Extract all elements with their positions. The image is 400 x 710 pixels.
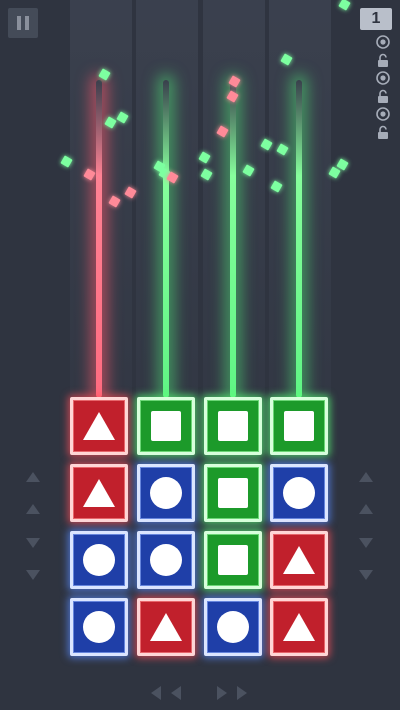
tile-r2-c3[interactable] — [204, 464, 262, 522]
square-icon — [218, 411, 248, 441]
tile-r2-c4[interactable] — [270, 464, 328, 522]
circle-icon — [150, 544, 182, 576]
square-icon — [218, 545, 248, 575]
tile-r1-c2[interactable] — [137, 397, 195, 455]
target-icon — [375, 105, 391, 123]
triangle-icon — [82, 411, 116, 441]
circle-icon — [83, 544, 115, 576]
tile-r3-c4[interactable] — [270, 531, 328, 589]
shift-right-arrow-2[interactable] — [237, 686, 247, 700]
left-down-arrow-2[interactable] — [26, 570, 40, 580]
triangle-icon — [282, 545, 316, 575]
tile-r2-c2[interactable] — [137, 464, 195, 522]
square-icon — [284, 411, 314, 441]
target-icon — [375, 33, 391, 51]
shift-left-arrow-2[interactable] — [171, 686, 181, 700]
tile-r1-c4[interactable] — [270, 397, 328, 455]
tile-r4-c4[interactable] — [270, 598, 328, 656]
triangle-icon — [82, 478, 116, 508]
pause-button[interactable] — [8, 8, 38, 38]
tile-r4-c2[interactable] — [137, 598, 195, 656]
shift-right-arrow-1[interactable] — [217, 686, 227, 700]
target-icon — [375, 69, 391, 87]
tile-r4-c1[interactable] — [70, 598, 128, 656]
square-icon — [151, 411, 181, 441]
beam-4 — [296, 80, 302, 398]
triangle-icon — [149, 612, 183, 642]
right-down-arrow-1[interactable] — [359, 538, 373, 548]
tile-r3-c1[interactable] — [70, 531, 128, 589]
right-up-arrow-1[interactable] — [359, 472, 373, 482]
pause-icon — [17, 16, 21, 30]
circle-icon — [217, 611, 249, 643]
circle-icon — [150, 477, 182, 509]
left-up-arrow-1[interactable] — [26, 472, 40, 482]
left-up-arrow-2[interactable] — [26, 504, 40, 514]
score-counter: 1 — [360, 8, 392, 30]
unlock-icon — [375, 87, 391, 105]
unlock-icon — [375, 123, 391, 141]
square-icon — [218, 478, 248, 508]
left-down-arrow-1[interactable] — [26, 538, 40, 548]
tile-r3-c3[interactable] — [204, 531, 262, 589]
tile-r2-c1[interactable] — [70, 464, 128, 522]
triangle-icon — [282, 612, 316, 642]
tile-r3-c2[interactable] — [137, 531, 195, 589]
tile-r4-c3[interactable] — [204, 598, 262, 656]
tile-r1-c3[interactable] — [204, 397, 262, 455]
shift-left-arrow-1[interactable] — [151, 686, 161, 700]
unlock-icon — [375, 51, 391, 69]
right-down-arrow-2[interactable] — [359, 570, 373, 580]
spark-particle — [338, 0, 351, 11]
circle-icon — [83, 611, 115, 643]
tile-r1-c1[interactable] — [70, 397, 128, 455]
status-icons — [375, 33, 391, 141]
beam-1 — [96, 80, 102, 398]
right-up-arrow-2[interactable] — [359, 504, 373, 514]
circle-icon — [283, 477, 315, 509]
beam-3 — [230, 80, 236, 398]
beam-2 — [163, 80, 169, 398]
